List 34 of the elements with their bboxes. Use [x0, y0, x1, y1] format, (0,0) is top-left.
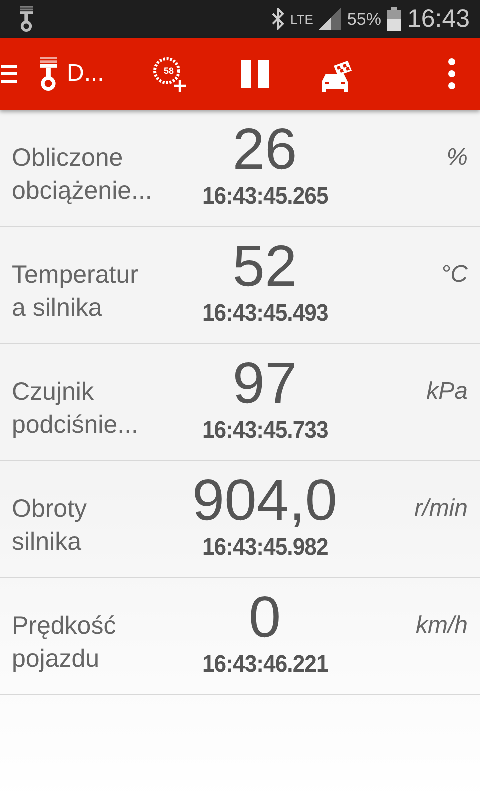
menu-icon [1, 64, 17, 84]
unit-label: % [446, 143, 468, 173]
screen-title: D... [67, 60, 106, 88]
timestamp: 16:43:45.982 [202, 533, 328, 563]
unit-label: °C [440, 260, 468, 290]
timestamp: 16:43:45.733 [202, 416, 328, 446]
more-icon [448, 58, 456, 90]
sensor-value: 0 [248, 586, 282, 650]
battery-icon [387, 7, 402, 31]
sensor-name: Obliczone obciążenie... [12, 143, 154, 207]
sensor-name: Czujnik podciśnie... [12, 377, 140, 441]
bluetooth-icon [270, 8, 285, 30]
pause-icon [241, 60, 269, 88]
gauge-number: 58 [164, 66, 174, 76]
timestamp: 16:43:45.265 [202, 182, 328, 212]
add-gauge-button[interactable]: 58 [141, 44, 201, 104]
sensor-name: Obroty silnika [12, 494, 88, 558]
sensor-value: 904,0 [192, 469, 338, 533]
battery-percent: 55% [347, 10, 382, 28]
sensor-name: Temperatur a silnika [12, 260, 140, 324]
network-type: LTE [290, 12, 314, 26]
timestamp: 16:43:46.221 [202, 650, 328, 680]
unit-label: km/h [414, 611, 468, 641]
sensor-value: 26 [232, 118, 298, 182]
signal-icon [319, 8, 342, 30]
sensor-name: Prędkość pojazdu [12, 611, 118, 675]
sensor-value: 52 [232, 235, 298, 299]
piston-icon [20, 6, 33, 32]
clock: 16:43 [407, 6, 470, 32]
unit-label: r/min [414, 494, 468, 524]
unit-label: kPa [426, 377, 468, 407]
sensor-value: 97 [232, 352, 298, 416]
timestamp: 16:43:45.493 [202, 299, 328, 329]
piston-icon [40, 57, 57, 91]
